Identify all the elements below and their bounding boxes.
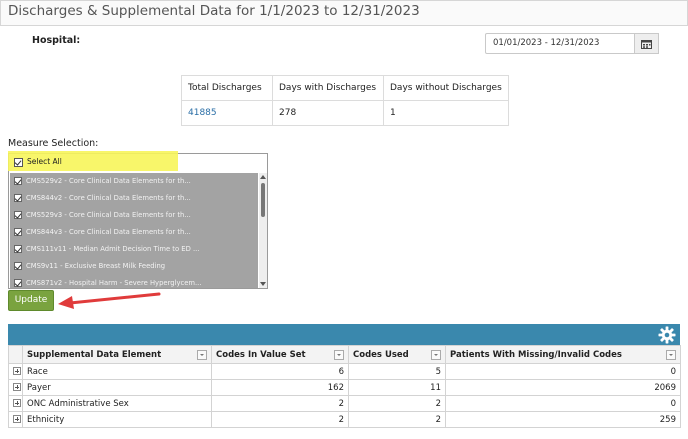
- missing-codes-cell: 259: [445, 411, 681, 428]
- scroll-thumb[interactable]: [261, 183, 265, 217]
- checkbox-checked-icon[interactable]: [14, 262, 22, 270]
- filter-icon[interactable]: [666, 350, 676, 360]
- summary-header-row: Total Discharges Days with Discharges Da…: [181, 75, 509, 101]
- missing-codes-cell: 0: [445, 363, 681, 380]
- table-row: Payer 162 11 2069: [8, 379, 681, 396]
- codes-used-cell: 11: [348, 379, 446, 396]
- red-arrow-icon: [58, 292, 161, 309]
- checkbox-checked-icon[interactable]: [14, 211, 22, 219]
- element-cell: Race: [22, 363, 212, 380]
- codes-used-cell: 5: [348, 363, 446, 380]
- days-without-discharges-value: 1: [383, 100, 509, 126]
- column-header-label: Supplemental Data Element: [27, 349, 162, 360]
- codes-in-value-set-cell: 6: [211, 363, 349, 380]
- measure-item-label: CMS529v2 - Core Clinical Data Elements f…: [26, 177, 191, 185]
- supplemental-data-grid: Supplemental Data Element Codes In Value…: [8, 345, 681, 428]
- checkbox-checked-icon[interactable]: [14, 245, 22, 253]
- scroll-up-icon[interactable]: [260, 175, 266, 179]
- measure-item-label: CMS529v3 - Core Clinical Data Elements f…: [26, 211, 191, 219]
- checkbox-checked-icon[interactable]: [14, 194, 22, 202]
- element-cell: Payer: [22, 379, 212, 396]
- column-header-label: Codes Used: [353, 349, 409, 360]
- table-row: ONC Administrative Sex 2 2 0: [8, 395, 681, 412]
- summary-header-total-discharges: Total Discharges: [181, 75, 273, 101]
- summary-header-days-with-discharges: Days with Discharges: [272, 75, 384, 101]
- measure-list: CMS529v2 - Core Clinical Data Elements f…: [10, 173, 258, 288]
- discharge-summary-table: Total Discharges Days with Discharges Da…: [181, 75, 509, 126]
- missing-codes-cell: 2069: [445, 379, 681, 396]
- codes-used-cell: 2: [348, 395, 446, 412]
- scroll-down-icon[interactable]: [260, 282, 266, 286]
- measure-selection-label: Measure Selection:: [8, 138, 99, 149]
- column-header-label: Patients With Missing/Invalid Codes: [450, 349, 622, 360]
- measure-item[interactable]: CMS111v11 - Median Admit Decision Time t…: [14, 241, 199, 257]
- column-header-codes-used[interactable]: Codes Used: [348, 345, 446, 364]
- expand-plus-icon[interactable]: [13, 367, 21, 375]
- measure-item[interactable]: CMS9v11 - Exclusive Breast Milk Feeding: [14, 258, 165, 274]
- summary-header-days-without-discharges: Days without Discharges: [383, 75, 509, 101]
- measure-item-label: CMS111v11 - Median Admit Decision Time t…: [26, 245, 200, 253]
- table-row: Race 6 5 0: [8, 363, 681, 380]
- summary-value-row: 41885 278 1: [181, 100, 509, 126]
- filter-icon[interactable]: [197, 350, 207, 360]
- update-button[interactable]: Update: [8, 290, 54, 311]
- column-header-codes-in-value-set[interactable]: Codes In Value Set: [211, 345, 349, 364]
- total-discharges-link[interactable]: 41885: [181, 100, 273, 126]
- date-range-picker[interactable]: 01/01/2023 - 12/31/2023: [485, 33, 659, 54]
- checkbox-checked-icon[interactable]: [14, 157, 23, 167]
- column-header-element[interactable]: Supplemental Data Element: [22, 345, 212, 364]
- measure-listbox[interactable]: CMS529v2 - Core Clinical Data Elements f…: [8, 153, 268, 289]
- missing-codes-cell: 0: [445, 395, 681, 412]
- measure-list-scrollbar[interactable]: [259, 173, 267, 288]
- table-row: Ethnicity 2 2 259: [8, 411, 681, 428]
- checkbox-checked-icon[interactable]: [14, 279, 22, 287]
- row-expander[interactable]: [8, 379, 23, 396]
- hospital-label: Hospital:: [32, 35, 81, 46]
- measure-item[interactable]: CMS529v3 - Core Clinical Data Elements f…: [14, 207, 191, 223]
- expand-plus-icon[interactable]: [13, 415, 21, 423]
- row-expander[interactable]: [8, 411, 23, 428]
- grid-header-row: Supplemental Data Element Codes In Value…: [8, 345, 681, 364]
- codes-used-cell: 2: [348, 411, 446, 428]
- measure-item[interactable]: CMS529v2 - Core Clinical Data Elements f…: [14, 173, 191, 189]
- measure-item[interactable]: CMS871v2 - Hospital Harm - Severe Hyperg…: [14, 275, 202, 288]
- expand-column-header: [8, 345, 23, 364]
- measure-item[interactable]: CMS844v2 - Core Clinical Data Elements f…: [14, 190, 191, 206]
- element-cell: Ethnicity: [22, 411, 212, 428]
- measure-item-label: CMS9v11 - Exclusive Breast Milk Feeding: [26, 262, 166, 270]
- codes-in-value-set-cell: 2: [211, 411, 349, 428]
- select-all-option[interactable]: Select All: [14, 157, 62, 167]
- column-header-missing-invalid[interactable]: Patients With Missing/Invalid Codes: [445, 345, 681, 364]
- page-title: Discharges & Supplemental Data for 1/1/2…: [8, 3, 420, 19]
- row-expander[interactable]: [8, 363, 23, 380]
- days-with-discharges-value: 278: [272, 100, 384, 126]
- column-header-label: Codes In Value Set: [216, 349, 306, 360]
- checkbox-checked-icon[interactable]: [14, 177, 22, 185]
- codes-in-value-set-cell: 2: [211, 395, 349, 412]
- element-cell: ONC Administrative Sex: [22, 395, 212, 412]
- date-range-input[interactable]: 01/01/2023 - 12/31/2023: [485, 33, 635, 54]
- expand-plus-icon[interactable]: [13, 383, 21, 391]
- filter-icon[interactable]: [431, 350, 441, 360]
- measure-item-label: CMS871v2 - Hospital Harm - Severe Hyperg…: [26, 279, 202, 287]
- gear-icon[interactable]: [658, 326, 676, 344]
- expand-plus-icon[interactable]: [13, 399, 21, 407]
- calendar-button[interactable]: [635, 33, 659, 54]
- filter-icon[interactable]: [334, 350, 344, 360]
- checkbox-checked-icon[interactable]: [14, 228, 22, 236]
- measure-item[interactable]: CMS844v3 - Core Clinical Data Elements f…: [14, 224, 191, 240]
- calendar-icon: [641, 40, 652, 49]
- page-title-bar: Discharges & Supplemental Data for 1/1/2…: [0, 0, 688, 26]
- measure-item-label: CMS844v2 - Core Clinical Data Elements f…: [26, 194, 191, 202]
- grid-toolbar: [8, 324, 680, 345]
- row-expander[interactable]: [8, 395, 23, 412]
- codes-in-value-set-cell: 162: [211, 379, 349, 396]
- select-all-label: Select All: [27, 157, 62, 166]
- measure-item-label: CMS844v3 - Core Clinical Data Elements f…: [26, 228, 191, 236]
